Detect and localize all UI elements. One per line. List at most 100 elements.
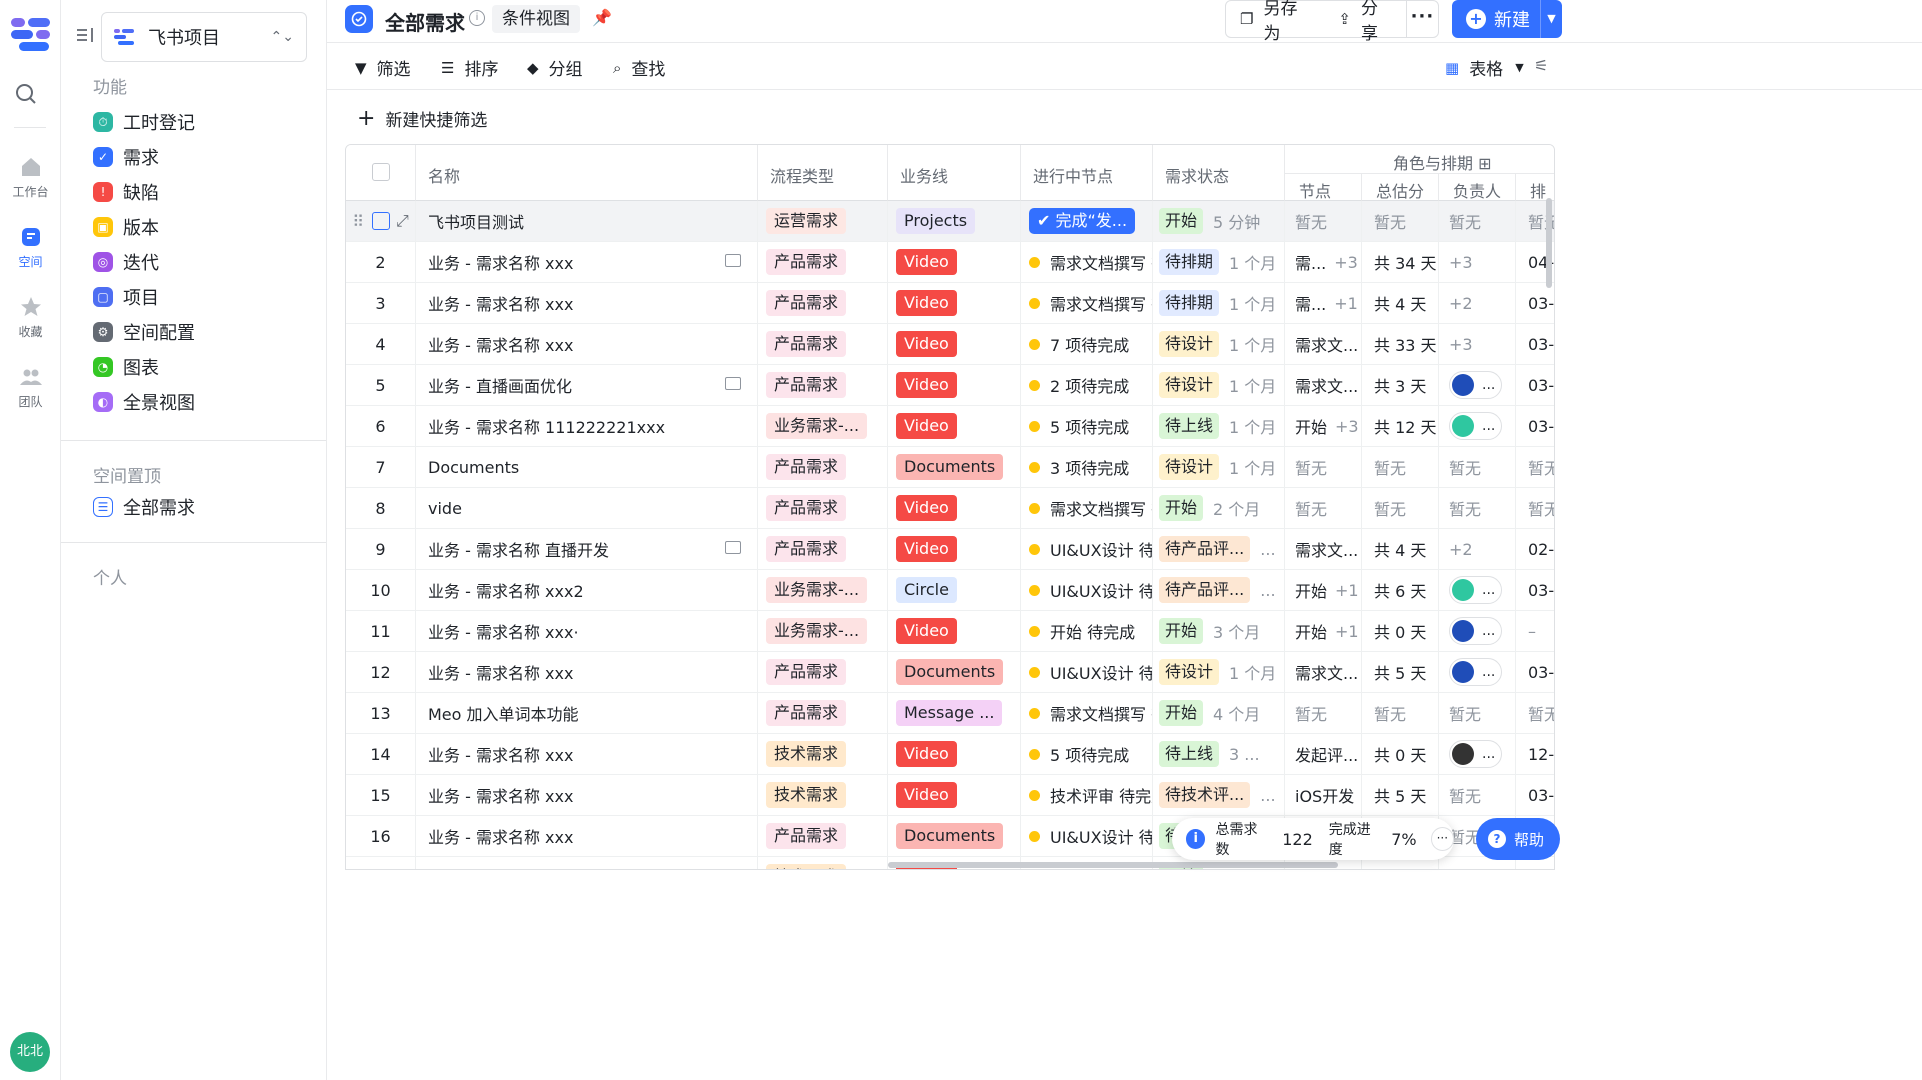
user-avatar[interactable]: 北北 — [10, 1032, 50, 1072]
header-name[interactable]: 名称 — [416, 145, 758, 201]
row-name[interactable]: 业务 - 需求名称 xxx — [416, 734, 758, 774]
schedule-cell[interactable]: 03- — [1516, 775, 1554, 815]
sidebar-item-3[interactable]: ▣ 版本 — [93, 212, 159, 242]
row-name[interactable]: 业务 - 需求名称 xxx2 — [416, 570, 758, 610]
owner-cell[interactable]: ... — [1439, 365, 1516, 405]
info-icon[interactable]: i — [469, 10, 485, 26]
owner-cell[interactable]: ... — [1439, 734, 1516, 774]
comment-icon[interactable] — [725, 377, 741, 390]
rail-nav-workbench[interactable]: 工作台 — [0, 155, 61, 200]
group-button[interactable]: ◆ 分组 — [527, 55, 583, 81]
sort-button[interactable]: ☰ 排序 — [441, 55, 498, 81]
node-role-cell[interactable]: 需求文... — [1285, 529, 1362, 569]
new-button[interactable]: + 新建 ▼ — [1452, 0, 1562, 38]
node-role-cell[interactable]: 开始 +1 — [1285, 611, 1362, 651]
flow-type-cell[interactable]: 产品需求 — [758, 242, 888, 282]
table-row[interactable]: 9 业务 - 需求名称 直播开发 产品需求 Video UI&UX设计 待完待产品评..… — [346, 529, 1554, 570]
owner-cell[interactable]: 暂无 — [1439, 447, 1516, 487]
business-line-cell[interactable]: Video — [888, 775, 1021, 815]
flow-type-cell[interactable]: 业务需求-... — [758, 570, 888, 610]
row-name[interactable]: 业务 - 需求名称 xxx — [416, 652, 758, 692]
node-role-cell[interactable]: 需求文... — [1285, 365, 1362, 405]
business-line-cell[interactable]: Video — [888, 324, 1021, 364]
owner-cell[interactable]: +3 — [1439, 324, 1516, 364]
estimate-cell[interactable]: 共 0 天 — [1362, 734, 1439, 774]
flow-type-cell[interactable]: 产品需求 — [758, 365, 888, 405]
row-name[interactable]: 业务 - 需求名称 xxx — [416, 283, 758, 323]
owner-cell[interactable]: +3 — [1439, 242, 1516, 282]
business-line-cell[interactable]: Projects — [888, 201, 1021, 241]
business-line-cell[interactable]: Video — [888, 529, 1021, 569]
status-cell[interactable]: 开始 5 分钟 — [1153, 201, 1285, 241]
row-name[interactable]: 飞书项目测试 — [416, 201, 758, 241]
node-cell[interactable]: UI&UX设计 待完 — [1021, 652, 1153, 692]
business-line-cell[interactable]: Video — [888, 365, 1021, 405]
flow-type-cell[interactable]: 技术需求 — [758, 775, 888, 815]
owner-cell[interactable]: 暂无 — [1439, 201, 1516, 241]
flow-type-cell[interactable]: 产品需求 — [758, 283, 888, 323]
header-node[interactable]: 进行中节点 — [1021, 145, 1153, 201]
status-cell[interactable]: 开始 2 个月 — [1153, 488, 1285, 528]
status-cell[interactable]: 待排期 1 个月 — [1153, 283, 1285, 323]
estimate-cell[interactable]: 暂无 — [1362, 201, 1439, 241]
row-name[interactable]: 业务 - 需求名称 xxx — [416, 816, 758, 856]
header-schedule[interactable]: 排期 — [1516, 173, 1554, 225]
estimate-cell[interactable]: 共 33 天 — [1362, 324, 1439, 364]
table-row[interactable]: 4 业务 - 需求名称 xxx 产品需求 Video 7 项待完成 待设计 1 个月 需求文.… — [346, 324, 1554, 365]
schedule-cell[interactable]: 03- — [1516, 570, 1554, 610]
node-cell[interactable]: 需求文档撰写 待 — [1021, 488, 1153, 528]
table-row[interactable]: 5 业务 - 直播画面优化 产品需求 Video 2 项待完成 待设计 1 个月 需求文...… — [346, 365, 1554, 406]
sidebar-item-6[interactable]: ⚙ 空间配置 — [93, 317, 195, 347]
node-cell[interactable]: UI&UX设计 待完 — [1021, 816, 1153, 856]
row-name[interactable]: 业务 - 需求名称 xxx· — [416, 611, 758, 651]
expand-icon[interactable]: ⊞ — [1478, 154, 1491, 173]
table-row[interactable]: ⠿ ⤢ 飞书项目测试 运营需求 Projects ✔ 完成“发... 开始 5 分钟 暂无 暂无暂… — [346, 201, 1554, 242]
pinned-item-all-requirements[interactable]: ☰ 全部需求 — [93, 492, 195, 522]
node-role-cell[interactable]: iOS开发 — [1285, 775, 1362, 815]
sidebar-item-7[interactable]: ◔ 图表 — [93, 352, 159, 382]
table-row[interactable]: 7 Documents 产品需求 Documents 3 项待完成 待设计 1 个月 暂无 暂无… — [346, 447, 1554, 488]
owner-avatar[interactable]: ... — [1449, 412, 1503, 440]
node-cell[interactable]: 需求文档撰写 待 — [1021, 242, 1153, 282]
sidebar-item-4[interactable]: ◎ 迭代 — [93, 247, 159, 277]
schedule-cell[interactable]: – — [1516, 611, 1554, 651]
estimate-cell[interactable]: 共 0 天 — [1362, 611, 1439, 651]
schedule-cell[interactable]: 03- — [1516, 324, 1554, 364]
sidebar-item-0[interactable]: ⏱ 工时登记 — [93, 107, 195, 137]
owner-cell[interactable]: ... — [1439, 652, 1516, 692]
owner-avatar[interactable]: ... — [1449, 576, 1503, 604]
estimate-cell[interactable]: 暂无 — [1362, 693, 1439, 733]
status-cell[interactable]: 待上线 3 ... — [1153, 734, 1285, 774]
node-role-cell[interactable]: 需... +3 — [1285, 242, 1362, 282]
help-button[interactable]: ? 帮助 — [1476, 818, 1560, 860]
business-line-cell[interactable]: Documents — [888, 447, 1021, 487]
node-cell[interactable]: 技术评审 待完成 — [1021, 775, 1153, 815]
business-line-cell[interactable]: Video — [888, 611, 1021, 651]
business-line-cell[interactable]: Documents — [888, 652, 1021, 692]
owner-avatar[interactable]: ... — [1449, 371, 1503, 399]
node-role-cell[interactable]: 开始 +3 — [1285, 406, 1362, 446]
node-cell[interactable]: 5 项待完成 — [1021, 406, 1153, 446]
table-row[interactable]: 3 业务 - 需求名称 xxx 产品需求 Video 需求文档撰写 待待排期 1 个月需.… — [346, 283, 1554, 324]
sidebar-item-8[interactable]: ◐ 全景视图 — [93, 387, 195, 417]
status-cell[interactable]: 开始 3 个月 — [1153, 611, 1285, 651]
node-role-cell[interactable]: 暂无 — [1285, 447, 1362, 487]
table-row[interactable]: 2 业务 - 需求名称 xxx 产品需求 Video 需求文档撰写 待待排期 1 个月需.… — [346, 242, 1554, 283]
node-role-cell[interactable]: 暂无 — [1285, 693, 1362, 733]
node-cell[interactable]: UI&UX设计 待完 — [1021, 570, 1153, 610]
row-name[interactable]: Meo 加入单词本功能 — [416, 693, 758, 733]
estimate-cell[interactable]: 共 3 天 — [1362, 365, 1439, 405]
schedule-cell[interactable]: 03- — [1516, 406, 1554, 446]
more-icon[interactable]: ··· — [1430, 827, 1455, 851]
rail-nav-favorites[interactable]: 收藏 — [0, 295, 61, 340]
node-cell[interactable]: 7 项待完成 — [1021, 324, 1153, 364]
sidebar-item-5[interactable]: ▢ 项目 — [93, 282, 159, 312]
flow-type-cell[interactable]: 产品需求 — [758, 816, 888, 856]
schedule-cell[interactable]: 暂无 — [1516, 488, 1554, 528]
share-button[interactable]: ⇪ 分享 — [1324, 0, 1405, 44]
flow-type-cell[interactable]: 技术需求 — [758, 857, 888, 869]
business-line-cell[interactable]: Circle — [888, 570, 1021, 610]
project-selector[interactable]: 飞书项目 ⌃⌄ — [101, 12, 307, 62]
header-role-group[interactable]: 角色与排期 ⊞ — [1285, 145, 1554, 173]
header-jd[interactable]: 节点 — [1285, 173, 1362, 201]
